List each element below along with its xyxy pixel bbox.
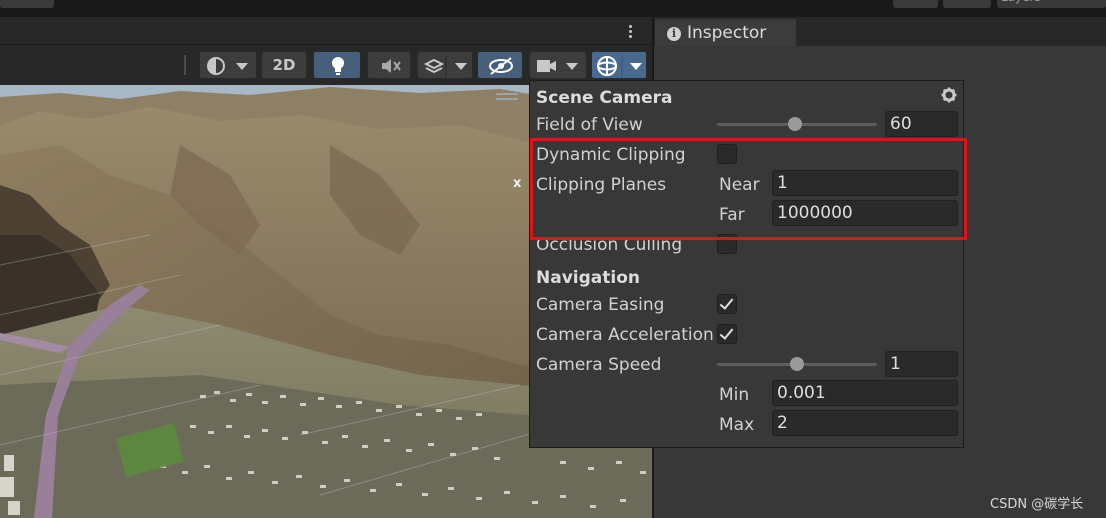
draw-mode-button[interactable] <box>199 51 257 79</box>
gizmo-axis-x-label: x <box>513 176 522 191</box>
field-of-view-slider-knob[interactable] <box>788 117 802 131</box>
speaker-muted-icon <box>382 59 401 73</box>
2d-mode-label: 2D <box>272 56 296 74</box>
camera-speed-slider-knob[interactable] <box>790 357 804 371</box>
2d-mode-button[interactable]: 2D <box>261 51 307 79</box>
layers-dropdown[interactable]: Layers <box>997 0 1106 8</box>
gizmo-sphere-icon <box>597 55 642 77</box>
scene-camera-button[interactable] <box>529 51 587 79</box>
tools-button[interactable] <box>0 0 54 8</box>
clipping-highlight-box <box>530 138 967 240</box>
field-of-view-label: Field of View <box>536 115 643 135</box>
scene-camera-popup: Scene Camera Field of View 60 Dynamic Cl… <box>529 80 964 448</box>
camera-easing-checkbox[interactable] <box>717 294 737 314</box>
video-camera-icon <box>537 60 578 72</box>
hidden-objects-toggle-button[interactable] <box>477 51 523 79</box>
toolbar-separator <box>184 55 186 75</box>
scene-toolbar: 2D <box>0 45 652 85</box>
history-button[interactable] <box>893 0 938 8</box>
camera-speed-input[interactable]: 1 <box>885 351 958 377</box>
camera-speed-min-input[interactable]: 0.001 <box>772 380 958 406</box>
scene-camera-title: Scene Camera <box>536 88 673 108</box>
info-icon: i <box>667 27 681 41</box>
layers-effects-icon <box>423 55 467 77</box>
checkmark-icon <box>719 325 734 340</box>
more-options-icon[interactable] <box>627 24 633 40</box>
gear-icon[interactable] <box>941 87 957 103</box>
shading-sphere-icon <box>207 57 248 75</box>
gizmos-button[interactable] <box>591 51 647 79</box>
top-menu-strip: Layers <box>0 0 1106 17</box>
watermark: CSDN @碳学长 <box>990 497 1084 512</box>
scene-tab-header <box>0 17 652 45</box>
tab-inspector[interactable]: i Inspector <box>655 19 796 46</box>
camera-speed-label: Camera Speed <box>536 355 662 375</box>
camera-speed-max-input[interactable]: 2 <box>772 410 958 436</box>
max-label: Max <box>719 415 755 435</box>
inspector-tab-label: Inspector <box>687 23 767 43</box>
effects-toggle-button[interactable] <box>417 51 473 79</box>
navigation-header: Navigation <box>536 268 640 288</box>
min-label: Min <box>719 385 750 405</box>
light-bulb-icon <box>332 57 344 75</box>
camera-acceleration-checkbox[interactable] <box>717 324 737 344</box>
camera-acceleration-label: Camera Acceleration <box>536 325 714 345</box>
checkmark-icon <box>719 295 734 310</box>
camera-easing-label: Camera Easing <box>536 295 665 315</box>
audio-toggle-button[interactable] <box>367 51 411 79</box>
field-of-view-input[interactable]: 60 <box>885 111 958 137</box>
lighting-toggle-button[interactable] <box>313 51 361 79</box>
eye-slash-icon <box>489 57 513 75</box>
search-button[interactable] <box>943 0 991 8</box>
